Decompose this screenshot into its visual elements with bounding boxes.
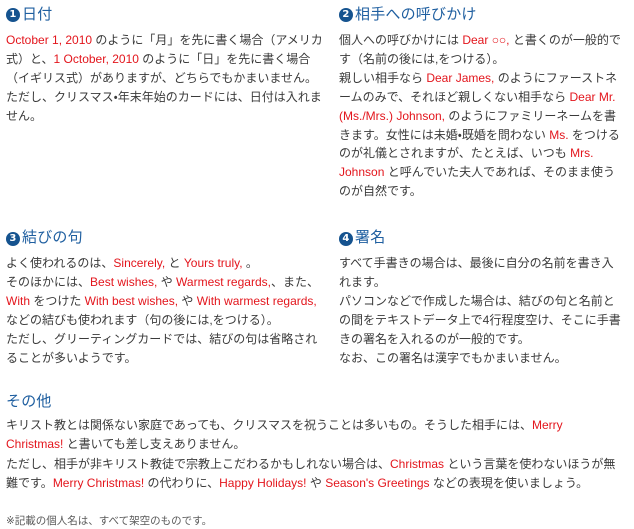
paragraph: October 1, 2010 のように「月」を先に書く場合（アメリカ式）と、1… (6, 31, 327, 88)
section-signature: 4 署名 すべて手書きの場合は、最後に自分の名前を書き入れます。 パソコンなどで作… (339, 201, 630, 367)
english-phrase: Dear James, (426, 70, 495, 85)
section-heading-other: その他 (6, 392, 52, 410)
paragraph: ただし、相手が非キリスト教徒で宗教上こだわるかもしれない場合は、Christma… (6, 455, 622, 494)
section-closing: 3 結びの句 よく使われるのは、Sincerely, と Yours truly… (6, 201, 333, 367)
english-phrase: Christmas (390, 456, 445, 471)
text-run: ただし、グリーティングカードでは、結びの句は省略されることが多いようです。 (6, 331, 318, 365)
section-body: 個人への呼びかけには Dear ○○, と書くのが一般的です（名前の後には,をつ… (339, 31, 624, 202)
text-run: と書いても差し支えありません。 (63, 437, 246, 452)
section-number-badge: 2 (339, 8, 353, 23)
text-run: などの結びも使われます（句の後には,をつける）。 (6, 312, 279, 327)
paragraph: 個人への呼びかけには Dear ○○, と書くのが一般的です（名前の後には,をつ… (339, 31, 624, 69)
english-phrase: With warmest regards, (196, 293, 317, 308)
text-run: や (306, 476, 326, 491)
english-phrase: Merry Christmas! (52, 476, 145, 491)
section-body: キリスト教とは関係ない家庭であっても、クリスマスを祝うことは多いもの。そうした相… (6, 416, 622, 494)
text-run: ただし、相手が非キリスト教徒で宗教上こだわるかもしれない場合は、 (6, 456, 391, 471)
sections-grid: 1 日付 October 1, 2010 のように「月」を先に書く場合（アメリカ… (6, 6, 630, 368)
section-title: 結びの句 (22, 229, 83, 247)
text-run: などの表現を使いましょう。 (429, 476, 589, 491)
english-phrase: Yours truly, (183, 256, 243, 271)
paragraph: そのほかには、Best wishes, や Warmest regards,、ま… (6, 273, 327, 330)
section-title: 日付 (22, 6, 53, 23)
english-phrase: Warmest regards, (176, 275, 271, 290)
english-phrase: Season's Greetings (325, 476, 430, 491)
paragraph: 親しい相手なら Dear James, のようにファーストネームのみで、それほど… (339, 69, 624, 202)
text-run: キリスト教とは関係ない家庭であっても、クリスマスを祝うことは多いもの。そうした相… (6, 417, 532, 432)
section-heading-signature: 4 署名 (339, 229, 624, 248)
section-salutation: 2 相手への呼びかけ 個人への呼びかけには Dear ○○, と書くのが一般的で… (339, 6, 630, 201)
text-run: すべて手書きの場合は、最後に自分の名前を書き入れます。 (339, 256, 614, 290)
paragraph: ただし、グリーティングカードでは、結びの句は省略されることが多いようです。 (6, 330, 327, 368)
text-run: をつけた (30, 293, 85, 308)
english-phrase: With best wishes, (84, 293, 179, 308)
english-phrase: Ms. (549, 127, 569, 142)
section-body: よく使われるのは、Sincerely, と Yours truly, 。そのほか… (6, 254, 327, 368)
section-number-badge: 3 (6, 231, 20, 246)
english-phrase: Sincerely, (113, 256, 166, 271)
section-body: October 1, 2010 のように「月」を先に書く場合（アメリカ式）と、1… (6, 31, 327, 126)
text-run: と (165, 256, 184, 271)
text-run: の代わりに、 (144, 476, 220, 491)
paragraph: よく使われるのは、Sincerely, と Yours truly, 。 (6, 254, 327, 273)
english-phrase: Dear ○○, (462, 32, 510, 47)
text-run: ただし、クリスマス・年末年始のカードには、日付は入れません。 (6, 89, 322, 123)
section-title: 署名 (355, 229, 386, 247)
english-phrase: With (6, 293, 30, 308)
text-run: や (157, 275, 177, 290)
section-heading-closing: 3 結びの句 (6, 229, 327, 248)
english-phrase: Happy Holidays! (219, 476, 307, 491)
section-number-badge: 4 (339, 231, 353, 246)
paragraph: すべて手書きの場合は、最後に自分の名前を書き入れます。 (339, 254, 624, 292)
section-body: すべて手書きの場合は、最後に自分の名前を書き入れます。 パソコンなどで作成した場合… (339, 254, 624, 368)
section-heading-date: 1 日付 (6, 6, 327, 25)
section-other: その他 キリスト教とは関係ない家庭であっても、クリスマスを祝うことは多いもの。そ… (6, 390, 630, 494)
text-run: や (178, 293, 197, 308)
english-phrase: October 1, 2010 (6, 32, 93, 47)
paragraph: なお、この署名は漢字でもかまいません。 (339, 349, 624, 368)
english-phrase: 1 October, 2010 (53, 51, 139, 66)
text-run: 個人への呼びかけには (339, 32, 463, 47)
section-date: 1 日付 October 1, 2010 のように「月」を先に書く場合（アメリカ… (6, 6, 333, 201)
text-run: そのほかには、 (6, 275, 91, 290)
section-title: 相手への呼びかけ (355, 6, 477, 23)
paragraph: パソコンなどで作成した場合は、結びの句と名前との間をテキストデータ上で4行程度空… (339, 292, 624, 349)
footnote: ※記載の個人名は、すべて架空のものです。 (6, 514, 213, 527)
section-heading-salutation: 2 相手への呼びかけ (339, 6, 624, 25)
english-phrase: Best wishes, (90, 275, 158, 290)
text-run: 、また、 (270, 275, 319, 290)
paragraph: キリスト教とは関係ない家庭であっても、クリスマスを祝うことは多いもの。そうした相… (6, 416, 622, 455)
paragraph: ただし、クリスマス・年末年始のカードには、日付は入れません。 (6, 88, 327, 126)
text-run: パソコンなどで作成した場合は、結びの句と名前との間をテキストデータ上で4行程度空… (339, 293, 621, 346)
text-run: 親しい相手なら (339, 70, 427, 85)
document-page: 1 日付 October 1, 2010 のように「月」を先に書く場合（アメリカ… (0, 0, 634, 527)
text-run: 。 (242, 256, 258, 271)
text-run: なお、この署名は漢字でもかまいません。 (339, 350, 567, 365)
section-number-badge: 1 (6, 8, 20, 23)
text-run: よく使われるのは、 (6, 256, 114, 271)
